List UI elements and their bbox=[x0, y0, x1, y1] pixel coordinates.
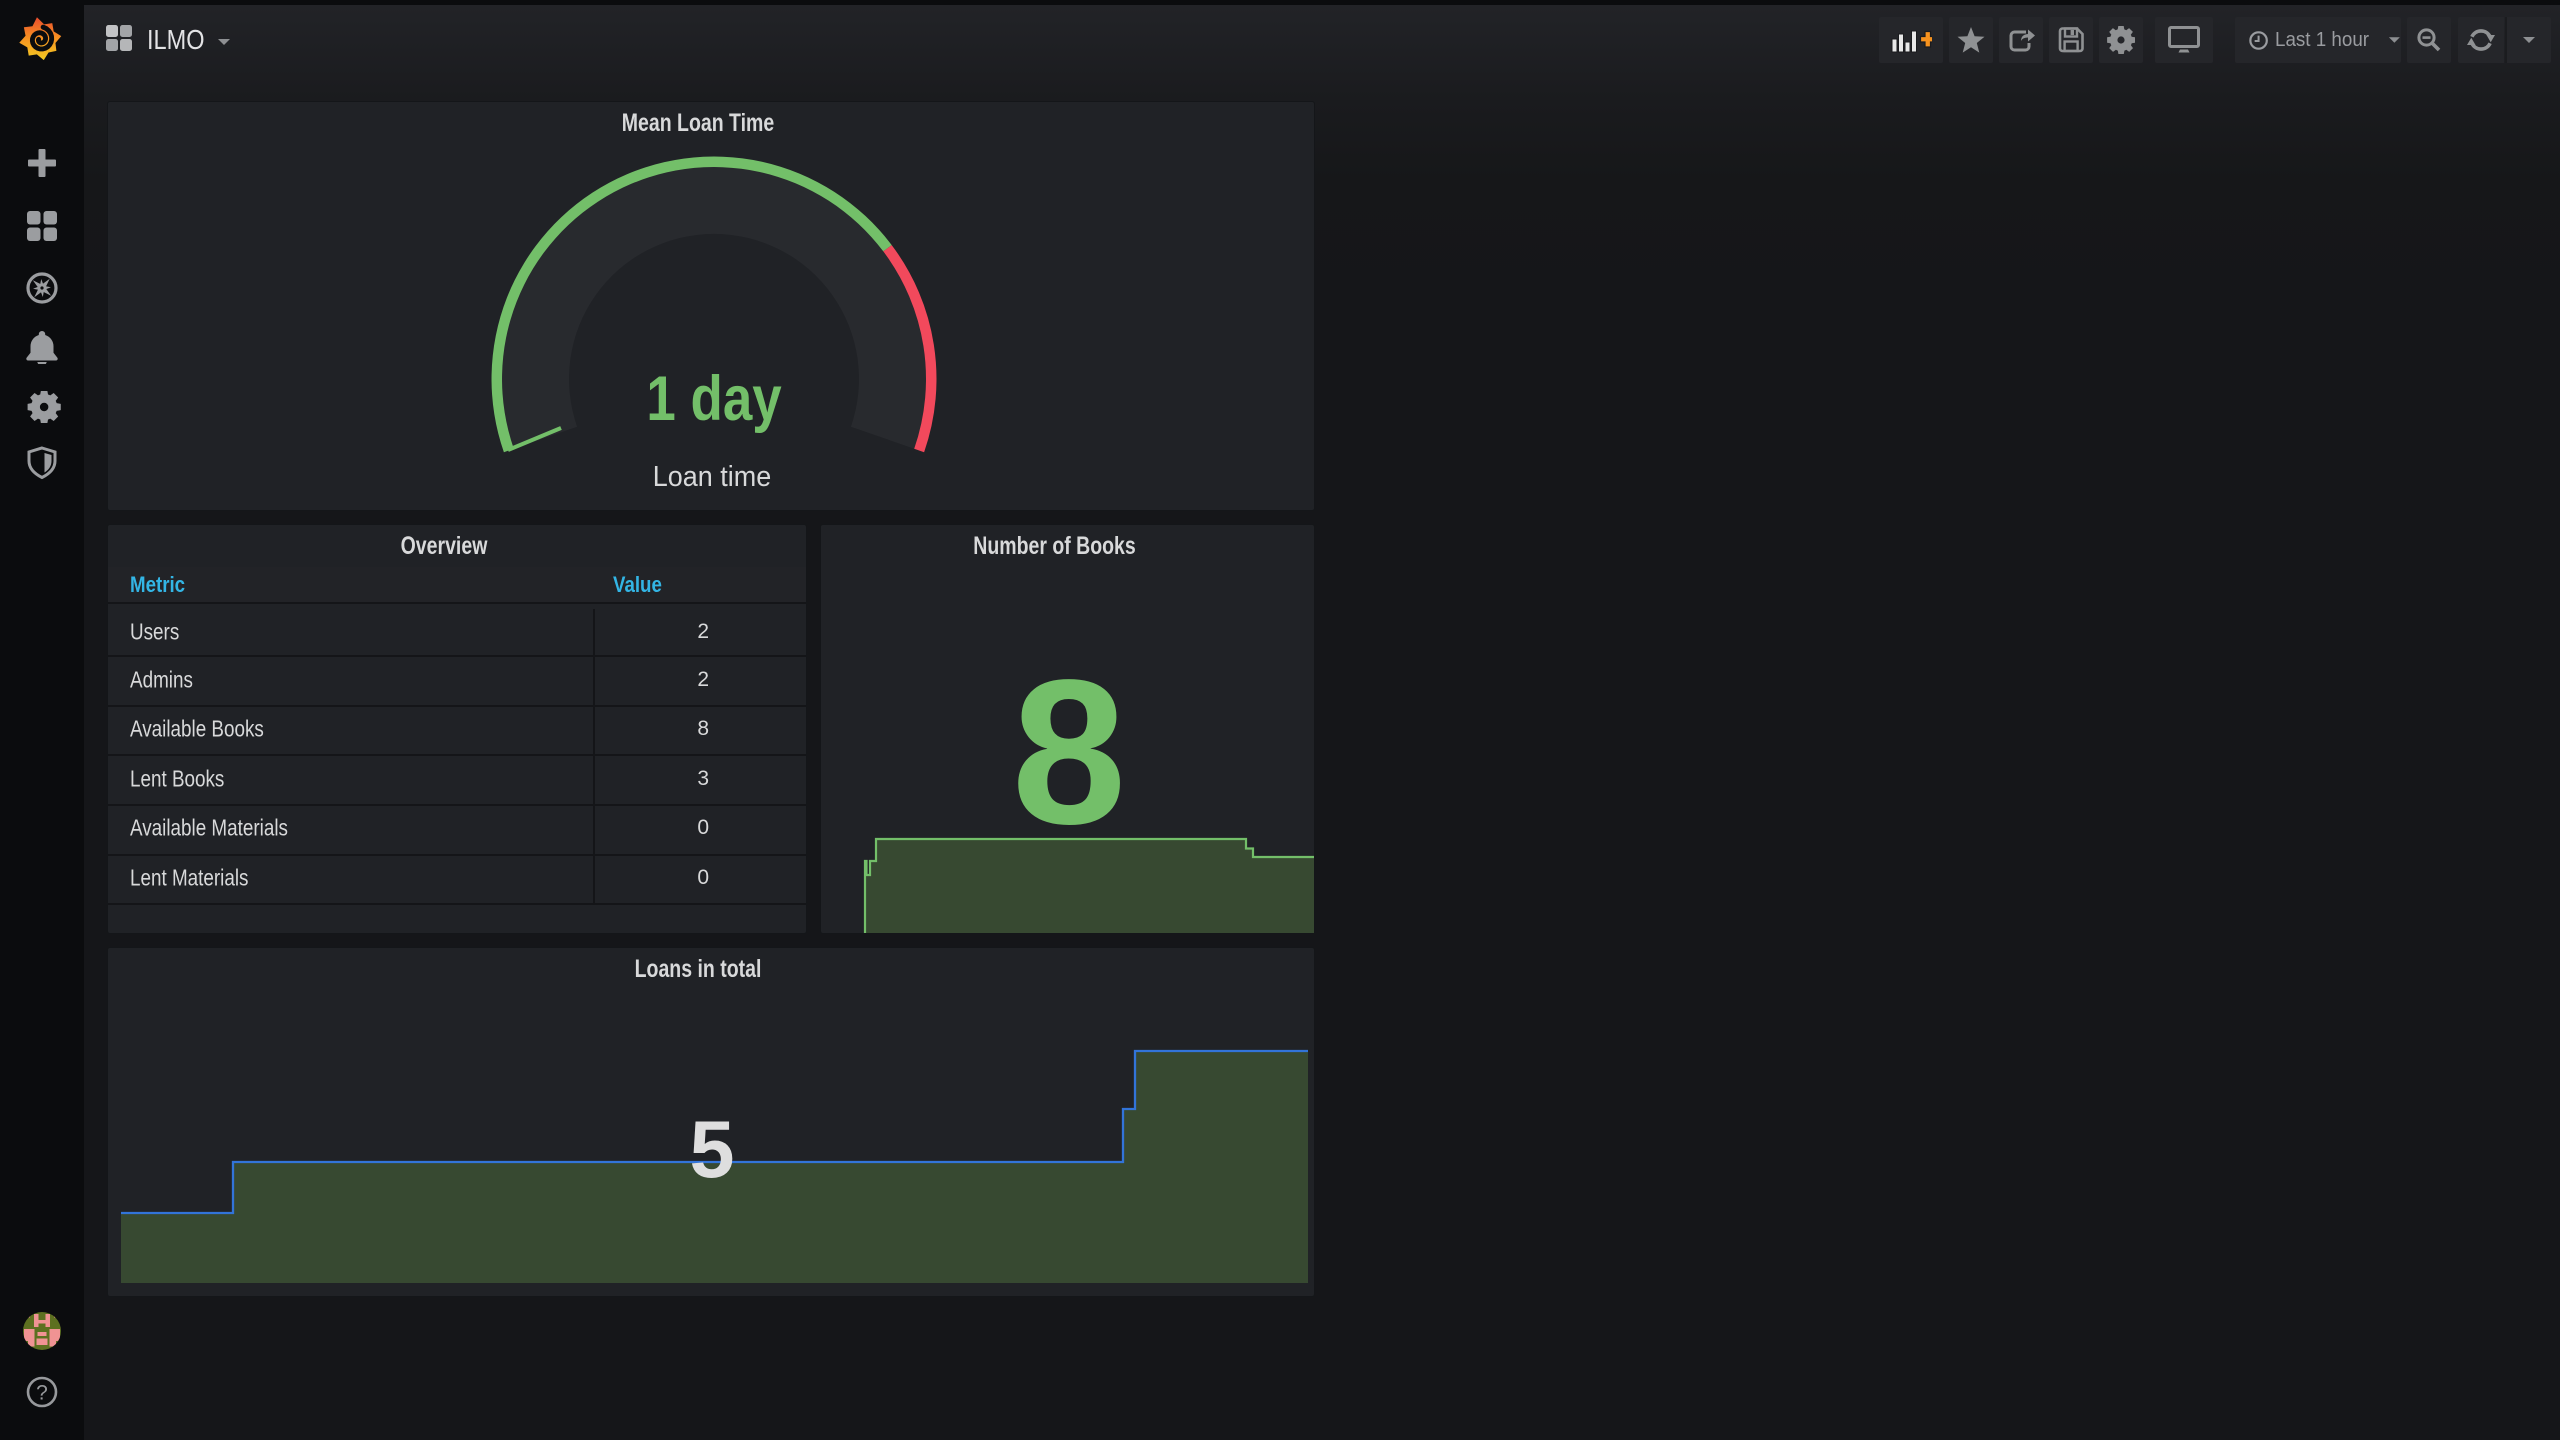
svg-text:Loan time: Loan time bbox=[653, 460, 771, 492]
svg-text:1 day: 1 day bbox=[646, 364, 782, 434]
svg-text:?: ? bbox=[36, 1382, 48, 1405]
svg-text:8: 8 bbox=[1012, 637, 1127, 837]
svg-text:5: 5 bbox=[689, 1105, 734, 1195]
